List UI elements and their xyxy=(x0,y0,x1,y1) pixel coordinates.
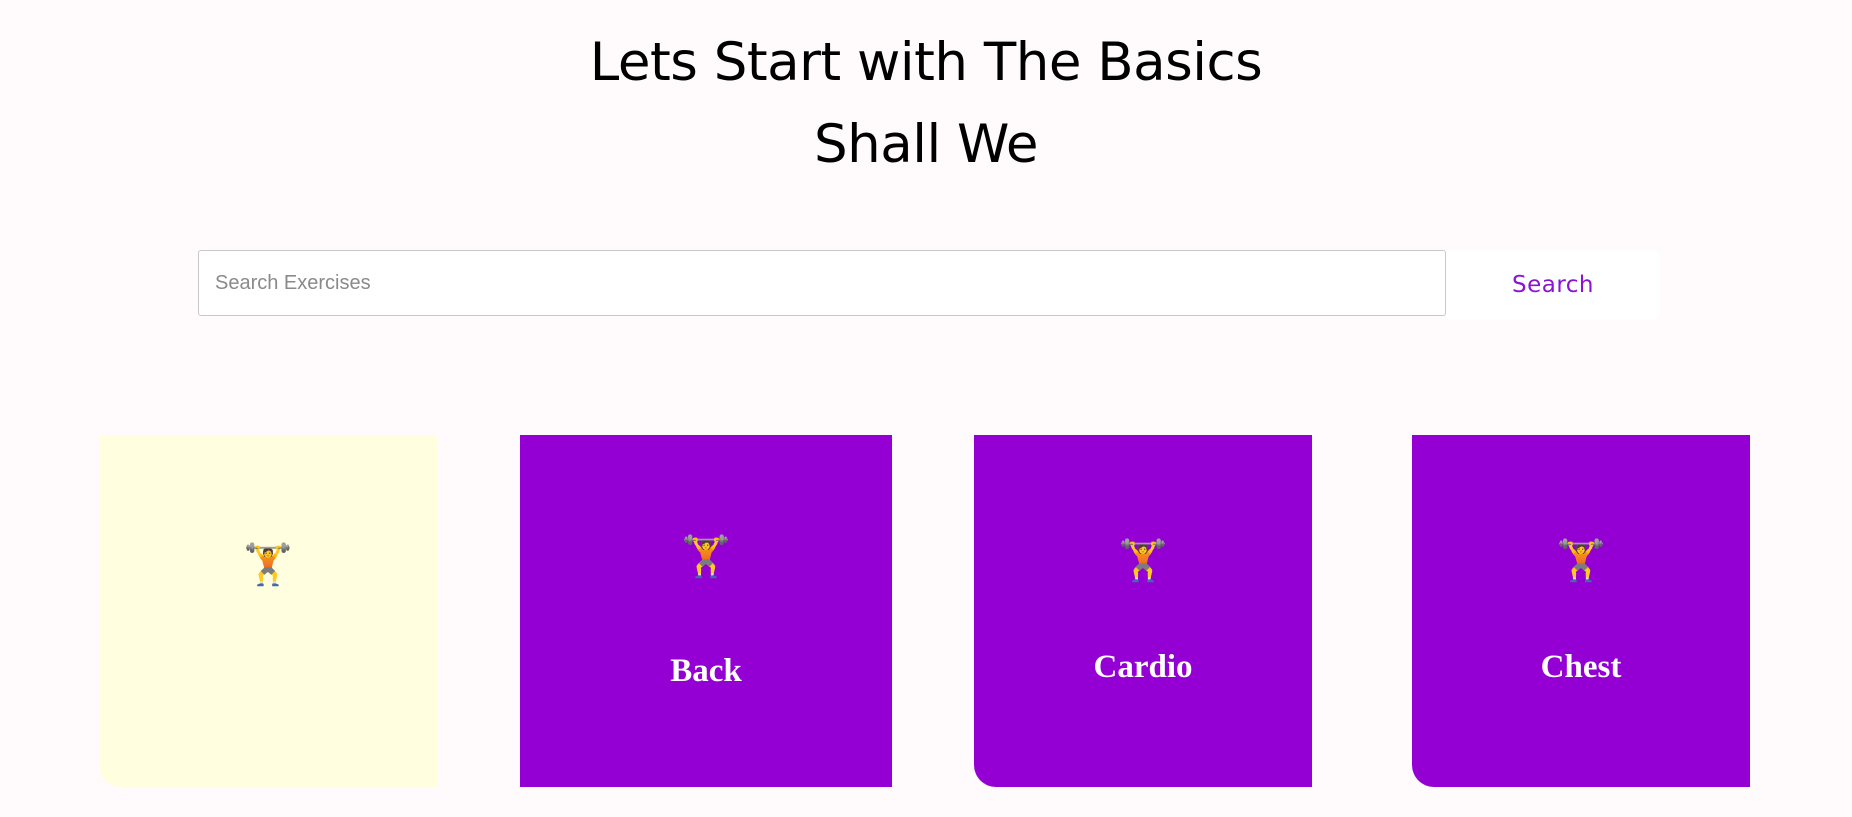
search-input[interactable] xyxy=(198,250,1446,316)
search-button[interactable]: Search xyxy=(1446,250,1660,320)
page-title-line-1: Lets Start with The Basics xyxy=(589,32,1263,93)
page-title-line-2: Shall We xyxy=(814,114,1038,175)
gym-building-icon: 🏋 xyxy=(243,543,293,587)
category-card-label: Chest xyxy=(1540,649,1622,685)
category-card-cardio[interactable]: 🏋 Cardio xyxy=(974,435,1312,787)
category-card-0[interactable]: 🏋 xyxy=(99,435,437,787)
page-title: Lets Start with The Basics Shall We xyxy=(0,22,1852,186)
gym-building-icon: 🏋 xyxy=(1556,539,1606,583)
category-card-label: Back xyxy=(670,653,742,689)
search-bar: Search xyxy=(198,250,1660,320)
gym-building-icon: 🏋 xyxy=(681,535,731,579)
gym-building-icon: 🏋 xyxy=(1118,539,1168,583)
category-card-back[interactable]: 🏋 Back xyxy=(520,435,892,787)
category-card-chest[interactable]: 🏋 Chest xyxy=(1412,435,1750,787)
category-card-label: Cardio xyxy=(1093,649,1193,685)
